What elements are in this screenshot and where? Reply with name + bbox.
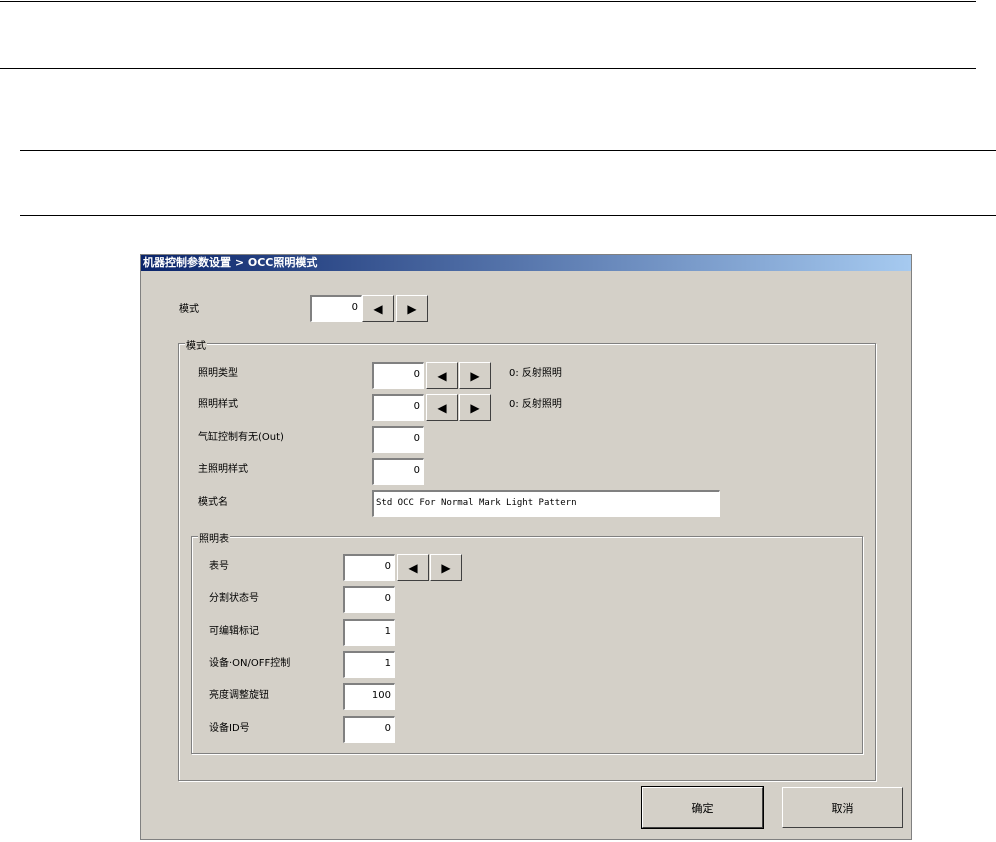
arrow-right-icon: ▶ — [407, 301, 417, 316]
table-number-prev-button[interactable]: ◀ — [397, 554, 429, 581]
table-number-label: 表号 — [209, 561, 229, 572]
lighting-table-legend: 照明表 — [198, 530, 230, 545]
split-state-input[interactable]: 0 — [343, 586, 395, 613]
cancel-button[interactable]: 取消 — [782, 787, 903, 828]
lighting-style-desc: 0: 反射照明 — [509, 399, 562, 410]
arrow-left-icon: ◀ — [373, 301, 383, 316]
lighting-type-prev-button[interactable]: ◀ — [426, 362, 458, 389]
mode-label: 模式 — [179, 304, 199, 315]
ok-button[interactable]: 确定 — [641, 786, 764, 829]
split-state-label: 分割状态号 — [209, 593, 259, 604]
editable-flag-label: 可编辑标记 — [209, 626, 259, 637]
cylinder-label: 气缸控制有无(Out) — [198, 432, 284, 443]
brightness-input[interactable]: 100 — [343, 683, 395, 710]
arrow-right-icon: ▶ — [470, 368, 480, 383]
main-style-label: 主照明样式 — [198, 464, 248, 475]
mode-name-label: 模式名 — [198, 497, 228, 508]
lighting-style-input[interactable]: 0 — [372, 394, 424, 421]
lighting-type-input[interactable]: 0 — [372, 362, 424, 389]
mode-input[interactable]: 0 — [310, 295, 362, 322]
table-number-input[interactable]: 0 — [343, 554, 395, 581]
mode-name-input[interactable]: Std OCC For Normal Mark Light Pattern — [372, 490, 720, 517]
arrow-left-icon: ◀ — [437, 368, 447, 383]
main-style-input[interactable]: 0 — [372, 458, 424, 485]
device-onoff-label: 设备·ON/OFF控制 — [209, 658, 291, 669]
lighting-type-desc: 0: 反射照明 — [509, 368, 562, 379]
arrow-right-icon: ▶ — [441, 560, 451, 575]
lighting-type-next-button[interactable]: ▶ — [459, 362, 491, 389]
lighting-style-label: 照明样式 — [198, 399, 238, 410]
cylinder-input[interactable]: 0 — [372, 426, 424, 453]
device-id-input[interactable]: 0 — [343, 716, 395, 743]
device-onoff-input[interactable]: 1 — [343, 651, 395, 678]
device-id-label: 设备ID号 — [209, 723, 250, 734]
mode-next-button[interactable]: ▶ — [396, 295, 428, 322]
lighting-table-group: 照明表 — [191, 530, 863, 754]
divider — [0, 1, 976, 2]
divider — [0, 68, 976, 69]
table-number-next-button[interactable]: ▶ — [430, 554, 462, 581]
window-title: 机器控制参数设置 > OCC照明模式 — [141, 255, 911, 271]
dialog-window: 机器控制参数设置 > OCC照明模式 模式 0 ◀ ▶ 模式 照明类型 0 ◀ … — [140, 254, 912, 840]
divider — [20, 215, 996, 216]
editable-flag-input[interactable]: 1 — [343, 619, 395, 646]
arrow-left-icon: ◀ — [408, 560, 418, 575]
brightness-label: 亮度调整旋钮 — [209, 690, 269, 701]
mode-group-legend: 模式 — [185, 337, 207, 352]
arrow-left-icon: ◀ — [437, 400, 447, 415]
mode-prev-button[interactable]: ◀ — [362, 295, 394, 322]
lighting-type-label: 照明类型 — [198, 368, 238, 379]
lighting-style-next-button[interactable]: ▶ — [459, 394, 491, 421]
divider — [20, 150, 996, 151]
lighting-style-prev-button[interactable]: ◀ — [426, 394, 458, 421]
arrow-right-icon: ▶ — [470, 400, 480, 415]
